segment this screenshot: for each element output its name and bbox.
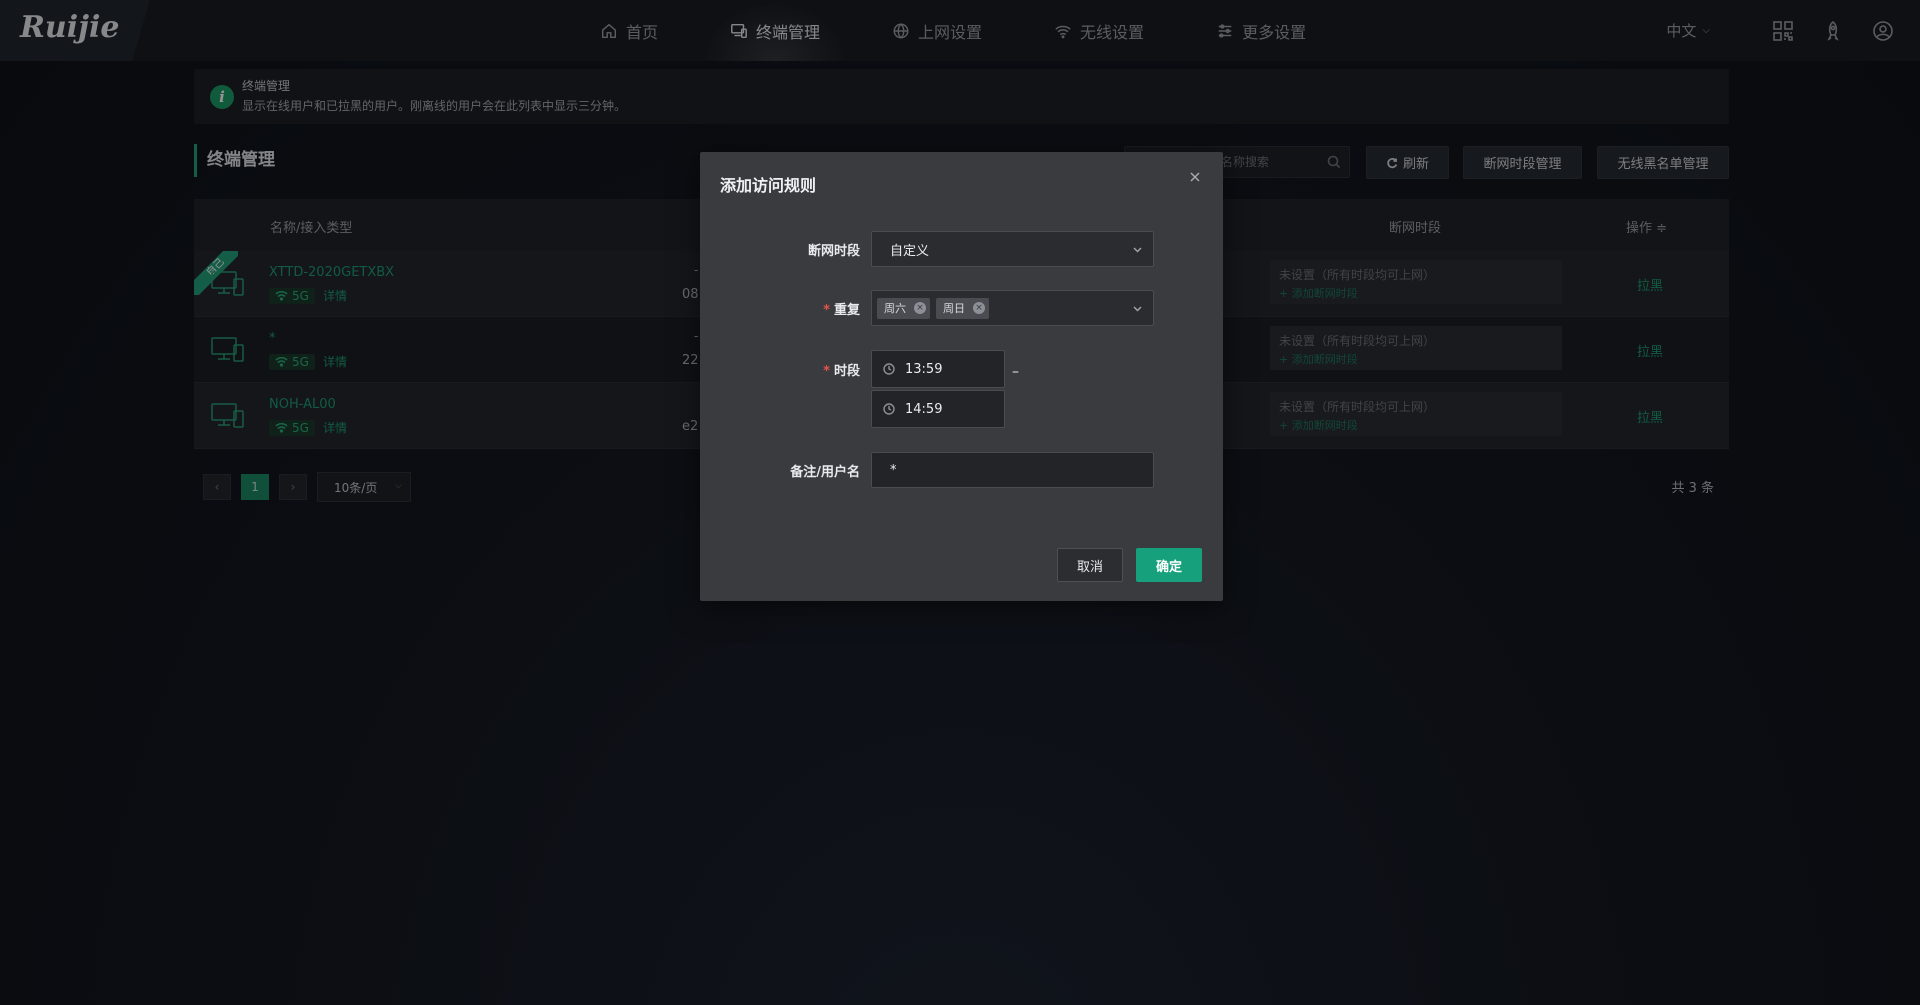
end-time-value: 14:59 — [905, 401, 943, 417]
start-time-value: 13:59 — [905, 361, 943, 377]
time-label: * 时段 — [823, 364, 860, 379]
schedule-label: 断网时段 — [807, 244, 860, 259]
repeat-label: * 重复 — [823, 303, 860, 318]
remark-input[interactable] — [871, 452, 1154, 488]
repeat-tag: 周日 × — [936, 297, 989, 319]
chevron-down-icon — [1133, 306, 1142, 312]
repeat-select[interactable]: 周六 × 周日 × — [871, 290, 1154, 326]
confirm-button[interactable]: 确定 — [1136, 548, 1202, 582]
tag-remove-icon[interactable]: × — [914, 302, 926, 314]
clock-icon — [883, 363, 895, 375]
close-icon[interactable] — [1187, 169, 1203, 185]
add-access-rule-dialog: 添加访问规则 断网时段 自定义 * 重复 周六 × 周日 × * 时段 13:59 – … — [700, 152, 1223, 601]
chevron-down-icon — [1133, 247, 1142, 253]
remark-label: 备注/用户名 — [790, 465, 860, 480]
end-time-picker[interactable]: 14:59 — [871, 390, 1005, 428]
time-range-separator: – — [1012, 364, 1019, 380]
start-time-picker[interactable]: 13:59 — [871, 350, 1005, 388]
repeat-tag: 周六 × — [877, 297, 930, 319]
clock-icon — [883, 403, 895, 415]
schedule-select[interactable]: 自定义 — [871, 231, 1154, 267]
cancel-button[interactable]: 取消 — [1057, 548, 1123, 582]
schedule-value: 自定义 — [890, 243, 930, 259]
dialog-title: 添加访问规则 — [720, 176, 817, 195]
tag-remove-icon[interactable]: × — [973, 302, 985, 314]
